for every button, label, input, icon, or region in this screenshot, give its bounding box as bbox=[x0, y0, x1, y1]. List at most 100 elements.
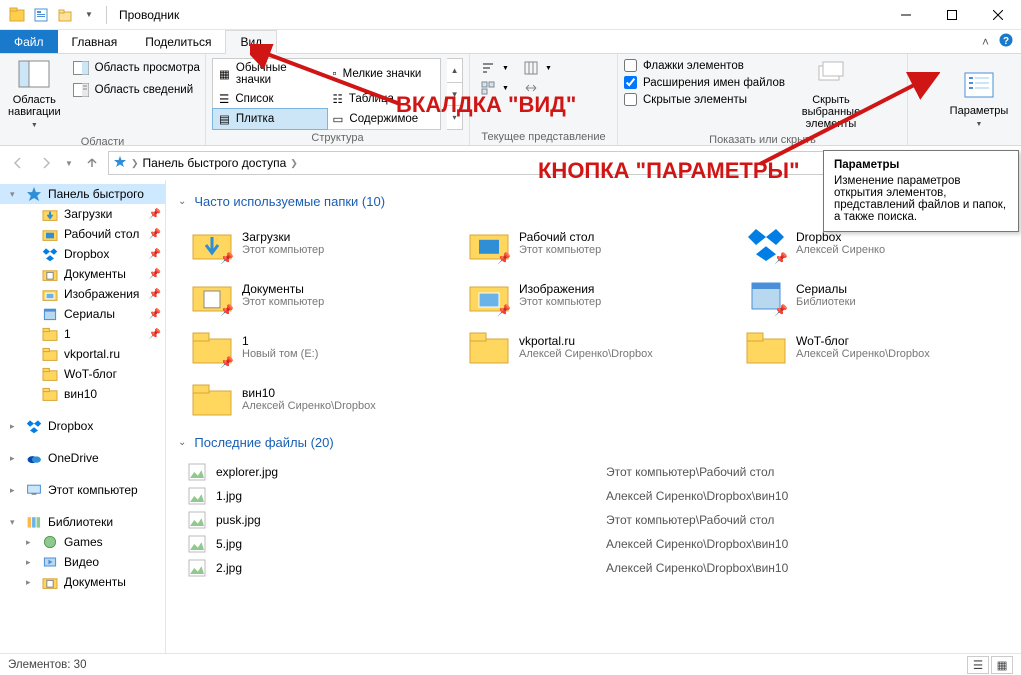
nav-pane-button[interactable]: Область навигации ▼ bbox=[6, 58, 63, 134]
games-icon bbox=[42, 534, 58, 550]
tab-file[interactable]: Файл bbox=[0, 30, 58, 53]
folder-item[interactable]: 📌ИзображенияЭтот компьютер bbox=[465, 271, 732, 319]
dl-icon bbox=[42, 206, 58, 222]
pics-icon bbox=[42, 286, 58, 302]
star-icon bbox=[113, 155, 127, 172]
docs-icon: 📌 bbox=[192, 275, 232, 315]
groupby-button[interactable]: ▼ bbox=[476, 78, 513, 98]
preview-pane-button[interactable]: Область просмотра bbox=[69, 58, 204, 78]
dropbox-icon: 📌 bbox=[746, 223, 786, 263]
qat-customize-icon[interactable]: ▼ bbox=[78, 4, 100, 26]
recent-button[interactable]: ▼ bbox=[62, 151, 76, 175]
file-row[interactable]: 5.jpgАлексей Сиренко\Dropbox\вин10 bbox=[188, 532, 1009, 556]
group-label: Структура bbox=[212, 130, 463, 144]
folder-icon bbox=[192, 379, 232, 419]
image-icon bbox=[188, 487, 206, 505]
ribbon: Область навигации ▼ Область просмотра Об… bbox=[0, 54, 1021, 146]
folder-icon bbox=[42, 346, 58, 362]
options-tooltip: Параметры Изменение параметров открытия … bbox=[823, 150, 1019, 232]
up-button[interactable] bbox=[80, 151, 104, 175]
tree-item[interactable]: Dropbox📌 bbox=[0, 244, 165, 264]
tree-item[interactable]: ▸Games bbox=[0, 532, 165, 552]
folder-item[interactable]: 📌СериалыБиблиотеки bbox=[742, 271, 1009, 319]
qat-newfolder-icon[interactable] bbox=[54, 4, 76, 26]
folder-icon bbox=[469, 327, 509, 367]
qat-properties-icon[interactable] bbox=[30, 4, 52, 26]
view-tiles-button[interactable]: ▦ bbox=[991, 656, 1013, 674]
lib-icon: 📌 bbox=[746, 275, 786, 315]
folder-icon bbox=[42, 366, 58, 382]
group-label: Текущее представление bbox=[476, 129, 611, 143]
collapse-ribbon-icon[interactable]: ˄ bbox=[982, 35, 989, 49]
tree-item[interactable]: WoT-блог bbox=[0, 364, 165, 384]
content-pane[interactable]: ⌄ Часто используемые папки (10) 📌Загрузк… bbox=[166, 180, 1021, 653]
gallery-scroll[interactable]: ▲▼▾ bbox=[447, 58, 463, 130]
tree-item[interactable]: Документы📌 bbox=[0, 264, 165, 284]
image-icon bbox=[188, 511, 206, 529]
hidden-toggle[interactable]: Скрытые элементы bbox=[624, 92, 785, 107]
window-title: Проводник bbox=[119, 8, 179, 22]
section-recent[interactable]: ⌄ Последние файлы (20) bbox=[178, 435, 1009, 450]
group-label: Показать или скрыть bbox=[624, 132, 901, 146]
dropbox-icon bbox=[42, 246, 58, 262]
tree-item[interactable]: Сериалы📌 bbox=[0, 304, 165, 324]
folder-item[interactable]: vkportal.ruАлексей Сиренко\Dropbox bbox=[465, 323, 732, 371]
options-button[interactable]: Параметры ▼ bbox=[943, 58, 1015, 143]
app-icon bbox=[6, 4, 28, 26]
folder-item[interactable]: вин10Алексей Сиренко\Dropbox bbox=[188, 375, 455, 423]
back-button[interactable] bbox=[6, 151, 30, 175]
vid-icon bbox=[42, 554, 58, 570]
image-icon bbox=[188, 463, 206, 481]
file-row[interactable]: explorer.jpgЭтот компьютер\Рабочий стол bbox=[188, 460, 1009, 484]
tree-item[interactable]: Рабочий стол📌 bbox=[0, 224, 165, 244]
desk-icon bbox=[42, 226, 58, 242]
lib-icon bbox=[42, 306, 58, 322]
close-button[interactable] bbox=[975, 0, 1021, 30]
image-icon bbox=[188, 559, 206, 577]
folder-item[interactable]: 📌ДокументыЭтот компьютер bbox=[188, 271, 455, 319]
tree-item[interactable]: Загрузки📌 bbox=[0, 204, 165, 224]
tree-item[interactable]: Изображения📌 bbox=[0, 284, 165, 304]
tab-view[interactable]: Вид bbox=[225, 30, 277, 54]
view-details-button[interactable]: ☰ bbox=[967, 656, 989, 674]
file-row[interactable]: 1.jpgАлексей Сиренко\Dropbox\вин10 bbox=[188, 484, 1009, 508]
tree-item[interactable]: ▾Библиотеки bbox=[0, 512, 165, 532]
tree-item[interactable]: ▾Панель быстрого bbox=[0, 184, 165, 204]
tree-item[interactable]: ▸Документы bbox=[0, 572, 165, 592]
libs-icon bbox=[26, 514, 42, 530]
tree-item[interactable]: ▸Dropbox bbox=[0, 416, 165, 436]
forward-button[interactable] bbox=[34, 151, 58, 175]
hide-selected-button[interactable]: Скрыть выбранные элементы bbox=[791, 58, 871, 132]
tree-item[interactable]: ▸Видео bbox=[0, 552, 165, 572]
extensions-toggle[interactable]: Расширения имен файлов bbox=[624, 75, 785, 90]
tree-item[interactable]: ▸Этот компьютер bbox=[0, 480, 165, 500]
file-row[interactable]: pusk.jpgЭтот компьютер\Рабочий стол bbox=[188, 508, 1009, 532]
sizecol-button[interactable] bbox=[519, 78, 556, 98]
nav-tree[interactable]: ▾Панель быстрогоЗагрузки📌Рабочий стол📌Dr… bbox=[0, 180, 166, 653]
file-row[interactable]: 2.jpgАлексей Сиренко\Dropbox\вин10 bbox=[188, 556, 1009, 580]
folder-item[interactable]: 📌ЗагрузкиЭтот компьютер bbox=[188, 219, 455, 267]
folder-icon bbox=[42, 386, 58, 402]
details-pane-button[interactable]: Область сведений bbox=[69, 80, 204, 100]
tree-item[interactable]: вин10 bbox=[0, 384, 165, 404]
tree-item[interactable]: vkportal.ru bbox=[0, 344, 165, 364]
tab-share[interactable]: Поделиться bbox=[131, 30, 225, 53]
image-icon bbox=[188, 535, 206, 553]
minimize-button[interactable] bbox=[883, 0, 929, 30]
sort-button[interactable]: ▼ bbox=[476, 58, 513, 78]
layout-gallery[interactable]: ▦Обычные значки ▫Мелкие значки ☰Список ☷… bbox=[212, 58, 441, 130]
help-icon[interactable]: ? bbox=[999, 33, 1013, 50]
tree-item[interactable]: ▸OneDrive bbox=[0, 448, 165, 468]
tab-home[interactable]: Главная bbox=[58, 30, 132, 53]
folder-item[interactable]: 📌1Новый том (E:) bbox=[188, 323, 455, 371]
crumb-root[interactable]: Панель быстрого доступа bbox=[143, 156, 287, 170]
maximize-button[interactable] bbox=[929, 0, 975, 30]
svg-text:?: ? bbox=[1003, 36, 1009, 47]
addcol-button[interactable]: ▼ bbox=[519, 58, 556, 78]
folder-item[interactable]: WoT-блогАлексей Сиренко\Dropbox bbox=[742, 323, 1009, 371]
tree-item[interactable]: 1📌 bbox=[0, 324, 165, 344]
pics-icon: 📌 bbox=[469, 275, 509, 315]
folder-item[interactable]: 📌Рабочий столЭтот компьютер bbox=[465, 219, 732, 267]
checkboxes-toggle[interactable]: Флажки элементов bbox=[624, 58, 785, 73]
dl-icon: 📌 bbox=[192, 223, 232, 263]
